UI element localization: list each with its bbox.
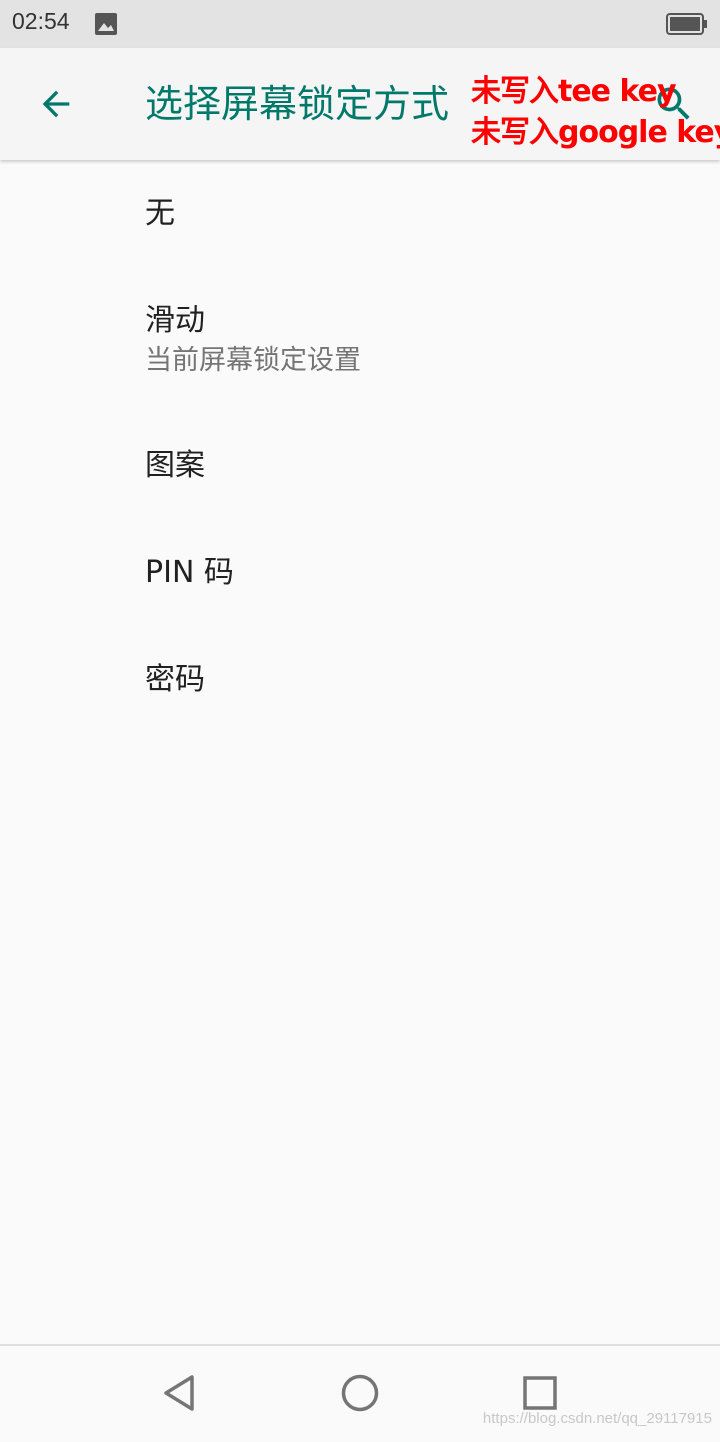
square-recents-icon xyxy=(523,1376,557,1410)
overlay-text-tee-key: 未写入tee key xyxy=(471,74,677,109)
lock-option-summary: 当前屏幕锁定设置 xyxy=(145,345,361,376)
lock-option-none[interactable]: 无 xyxy=(0,160,720,267)
lock-option-title: 滑动 xyxy=(145,303,205,338)
watermark: https://blog.csdn.net/qq_29117915 xyxy=(482,1410,712,1427)
page-title: 选择屏幕锁定方式 xyxy=(145,82,450,126)
lock-option-pattern[interactable]: 图案 xyxy=(0,410,720,517)
image-icon xyxy=(95,13,117,35)
lock-option-swipe[interactable]: 滑动 当前屏幕锁定设置 xyxy=(0,267,720,410)
nav-bar xyxy=(0,1344,720,1442)
battery-icon xyxy=(666,13,707,35)
status-bar: 02:54 xyxy=(0,0,720,48)
overlay-text-google-key: 未写入google key xyxy=(471,115,720,150)
nav-home-button[interactable] xyxy=(332,1368,388,1418)
lock-option-title: 无 xyxy=(145,196,175,231)
lock-option-title: PIN 码 xyxy=(145,555,234,590)
circle-home-icon xyxy=(341,1374,379,1412)
lock-option-pin[interactable]: PIN 码 xyxy=(0,517,720,624)
nav-back-button[interactable] xyxy=(152,1368,208,1418)
status-time: 02:54 xyxy=(12,8,70,34)
lock-option-password[interactable]: 密码 xyxy=(0,624,720,731)
back-button[interactable] xyxy=(28,76,84,132)
lock-option-title: 图案 xyxy=(145,448,205,483)
lock-option-title: 密码 xyxy=(145,662,205,697)
triangle-back-icon xyxy=(164,1375,194,1411)
arrow-left-icon xyxy=(42,90,70,118)
